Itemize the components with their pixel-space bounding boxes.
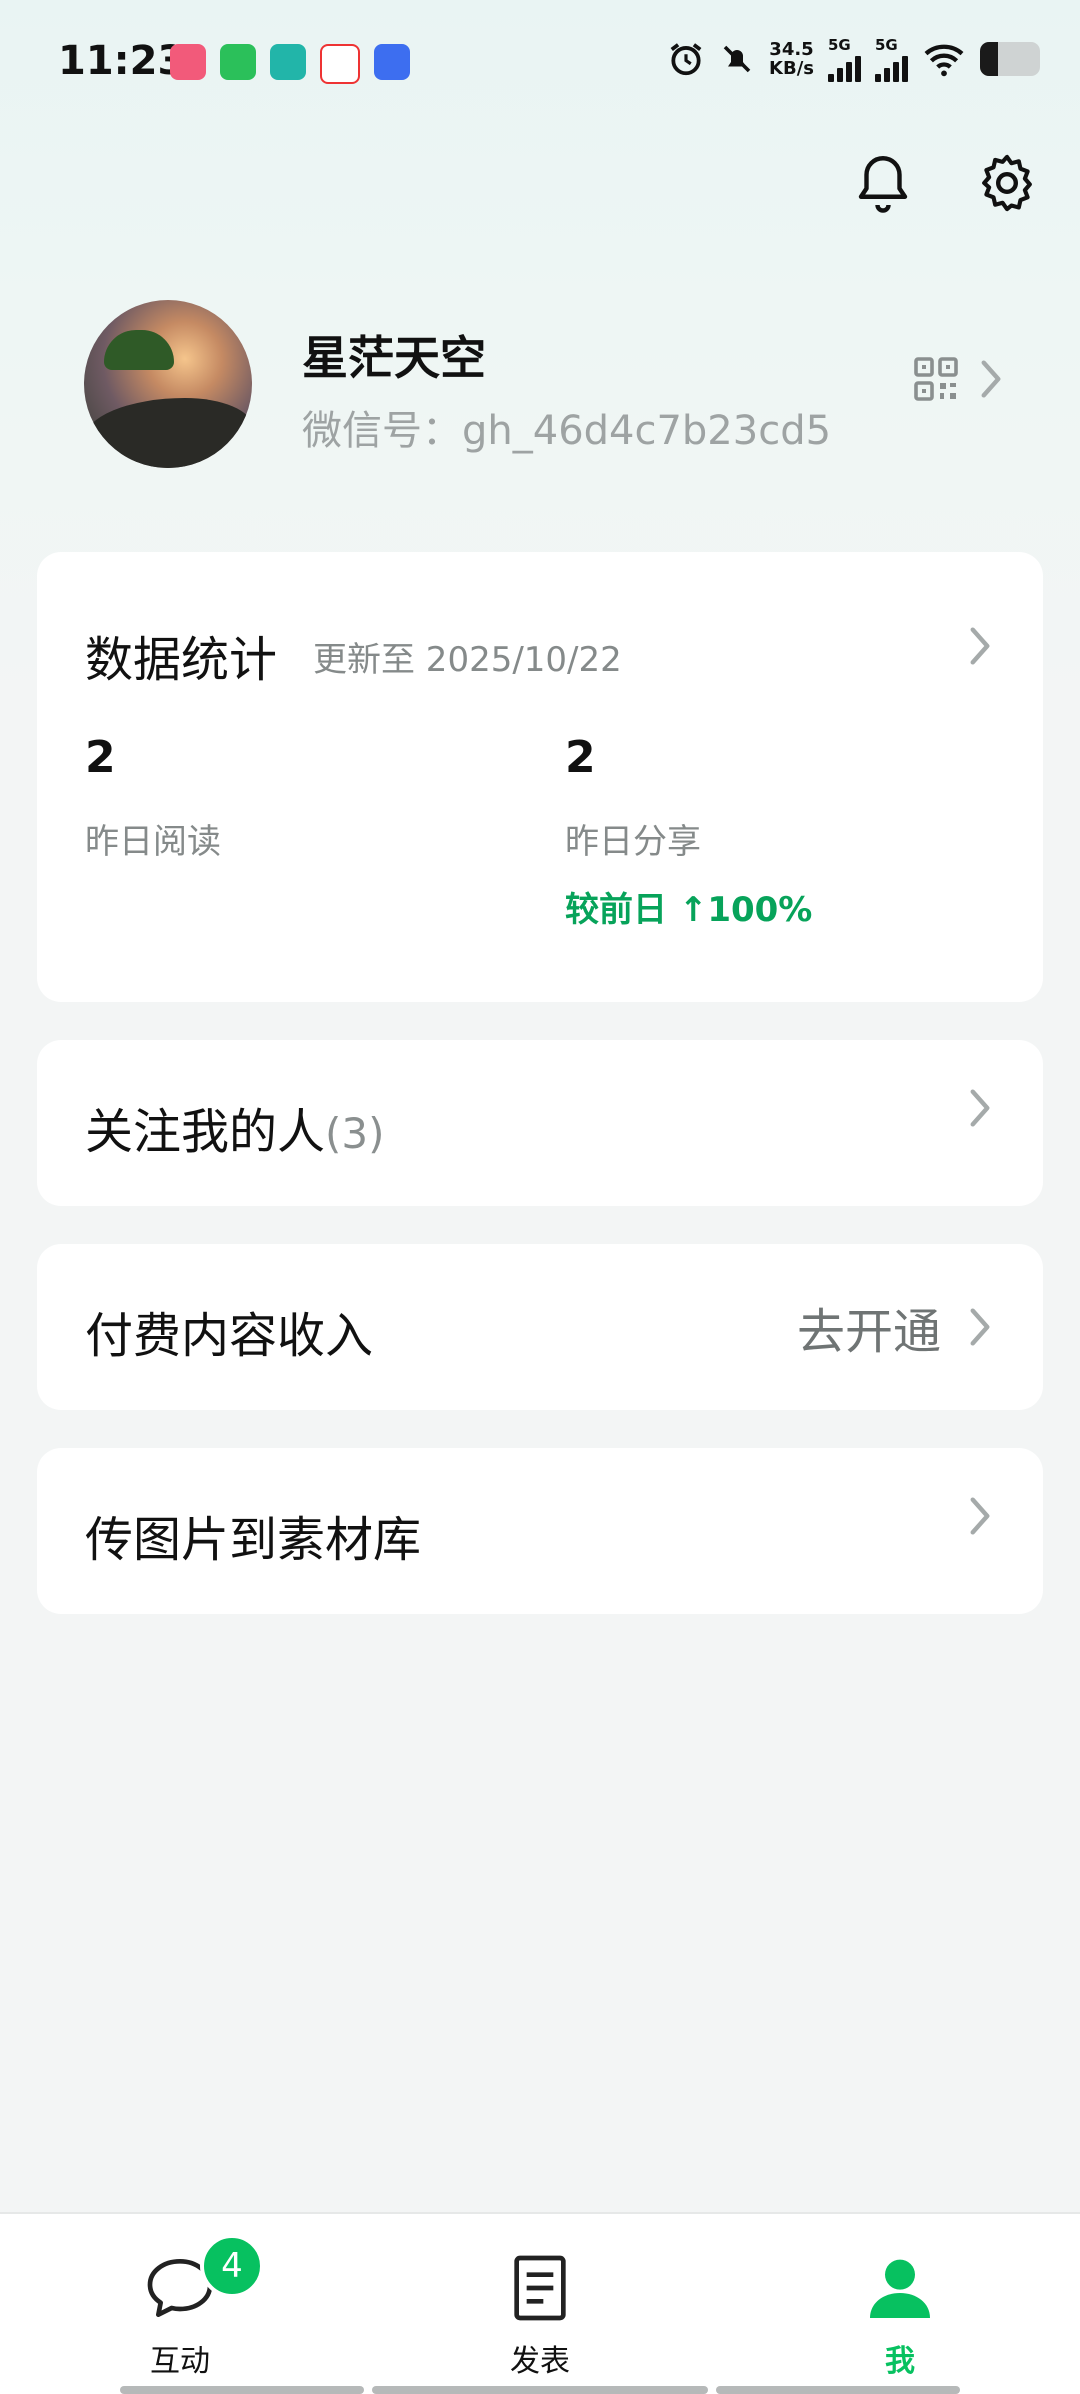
stats-updated: 更新至 2025/10/22 [313, 640, 622, 680]
stats-title: 数据统计 [85, 632, 278, 688]
upload-images-right [969, 1496, 991, 1536]
tab-label: 发表 [510, 2344, 570, 2379]
app-icon [270, 44, 306, 80]
followers-right [969, 1088, 991, 1128]
chevron-right-icon [970, 1497, 990, 1535]
profile-section[interactable]: 星茫天空 微信号：gh_46d4c7b23cd5 [0, 300, 1080, 470]
chevron-right-icon [981, 360, 1001, 398]
mail-icon [320, 44, 360, 84]
tab-me[interactable]: 我 [720, 2214, 1080, 2394]
chevron-right-icon [970, 627, 990, 665]
person-icon [870, 2259, 930, 2318]
read-value: 2 [85, 732, 116, 783]
vivo-icon [374, 44, 410, 80]
paid-content-row[interactable]: 付费内容收入 去开通 [37, 1244, 1043, 1410]
mute-bell-icon [723, 45, 751, 73]
tab-interaction[interactable]: 4 互动 [0, 2214, 360, 2394]
wifi-icon [924, 44, 964, 77]
header-actions [850, 150, 1040, 216]
net-speed-value: 34.5 [769, 39, 814, 60]
data-stats-card[interactable]: 数据统计 更新至 2025/10/22 2 昨日阅读 2 昨日分享 较前日 ↑1… [37, 552, 1043, 1002]
followers-count: (3) [325, 1109, 385, 1158]
signal-bars-icon [828, 54, 861, 82]
signal-1: 5G [828, 36, 861, 82]
app-icon [170, 44, 206, 80]
bell-icon[interactable] [850, 150, 916, 216]
share-value: 2 [565, 732, 596, 783]
net-speed: 34.5 KB/s [769, 40, 814, 78]
paid-content-action[interactable]: 去开通 [797, 1292, 941, 1362]
upload-images-label: 传图片到素材库 [85, 1512, 422, 1568]
chevron-right-icon [970, 1089, 990, 1127]
read-label: 昨日阅读 [85, 822, 221, 862]
net-speed-unit: KB/s [769, 58, 814, 79]
tab-publish[interactable]: 发表 [360, 2214, 720, 2394]
share-label: 昨日分享 [565, 822, 701, 862]
alarm-icon [670, 43, 702, 76]
status-time: 11:23 [58, 38, 186, 84]
battery-icon [980, 42, 1040, 76]
bottom-tab-bar: 4 互动 发表 我 [0, 2212, 1080, 2394]
avatar[interactable] [84, 300, 252, 468]
status-bar: 11:23 34.5 KB/s 5G 5G [0, 0, 1080, 120]
stats-chevron [969, 626, 991, 670]
wechat-icon [220, 44, 256, 80]
notification-app-icons [170, 44, 410, 84]
followers-label: 关注我的人 [85, 1104, 326, 1160]
followers-label-wrap: 关注我的人(3) [85, 1092, 385, 1162]
followers-row[interactable]: 关注我的人(3) [37, 1040, 1043, 1206]
signal-type-1: 5G [828, 36, 851, 54]
document-icon [514, 2255, 566, 2321]
qr-code-icon [914, 357, 958, 401]
signal-type-2: 5G [875, 36, 898, 54]
paid-content-label: 付费内容收入 [85, 1308, 374, 1364]
share-delta: 较前日 ↑100% [565, 890, 813, 930]
signal-2: 5G [875, 36, 908, 82]
gear-icon[interactable] [974, 150, 1040, 216]
wechat-id: 微信号：gh_46d4c7b23cd5 [302, 408, 832, 454]
tab-label: 我 [885, 2344, 915, 2379]
paid-content-right: 去开通 [797, 1292, 991, 1362]
chevron-right-icon [970, 1308, 990, 1346]
upload-images-row[interactable]: 传图片到素材库 [37, 1448, 1043, 1614]
qr-code-entry[interactable] [912, 355, 1002, 403]
profile-name: 星茫天空 [302, 331, 486, 385]
system-status-icons: 34.5 KB/s 5G 5G [667, 36, 1040, 82]
unread-badge: 4 [200, 2234, 264, 2298]
signal-bars-icon [875, 54, 908, 82]
tab-label: 互动 [150, 2344, 210, 2379]
gesture-bar [0, 2386, 1080, 2394]
